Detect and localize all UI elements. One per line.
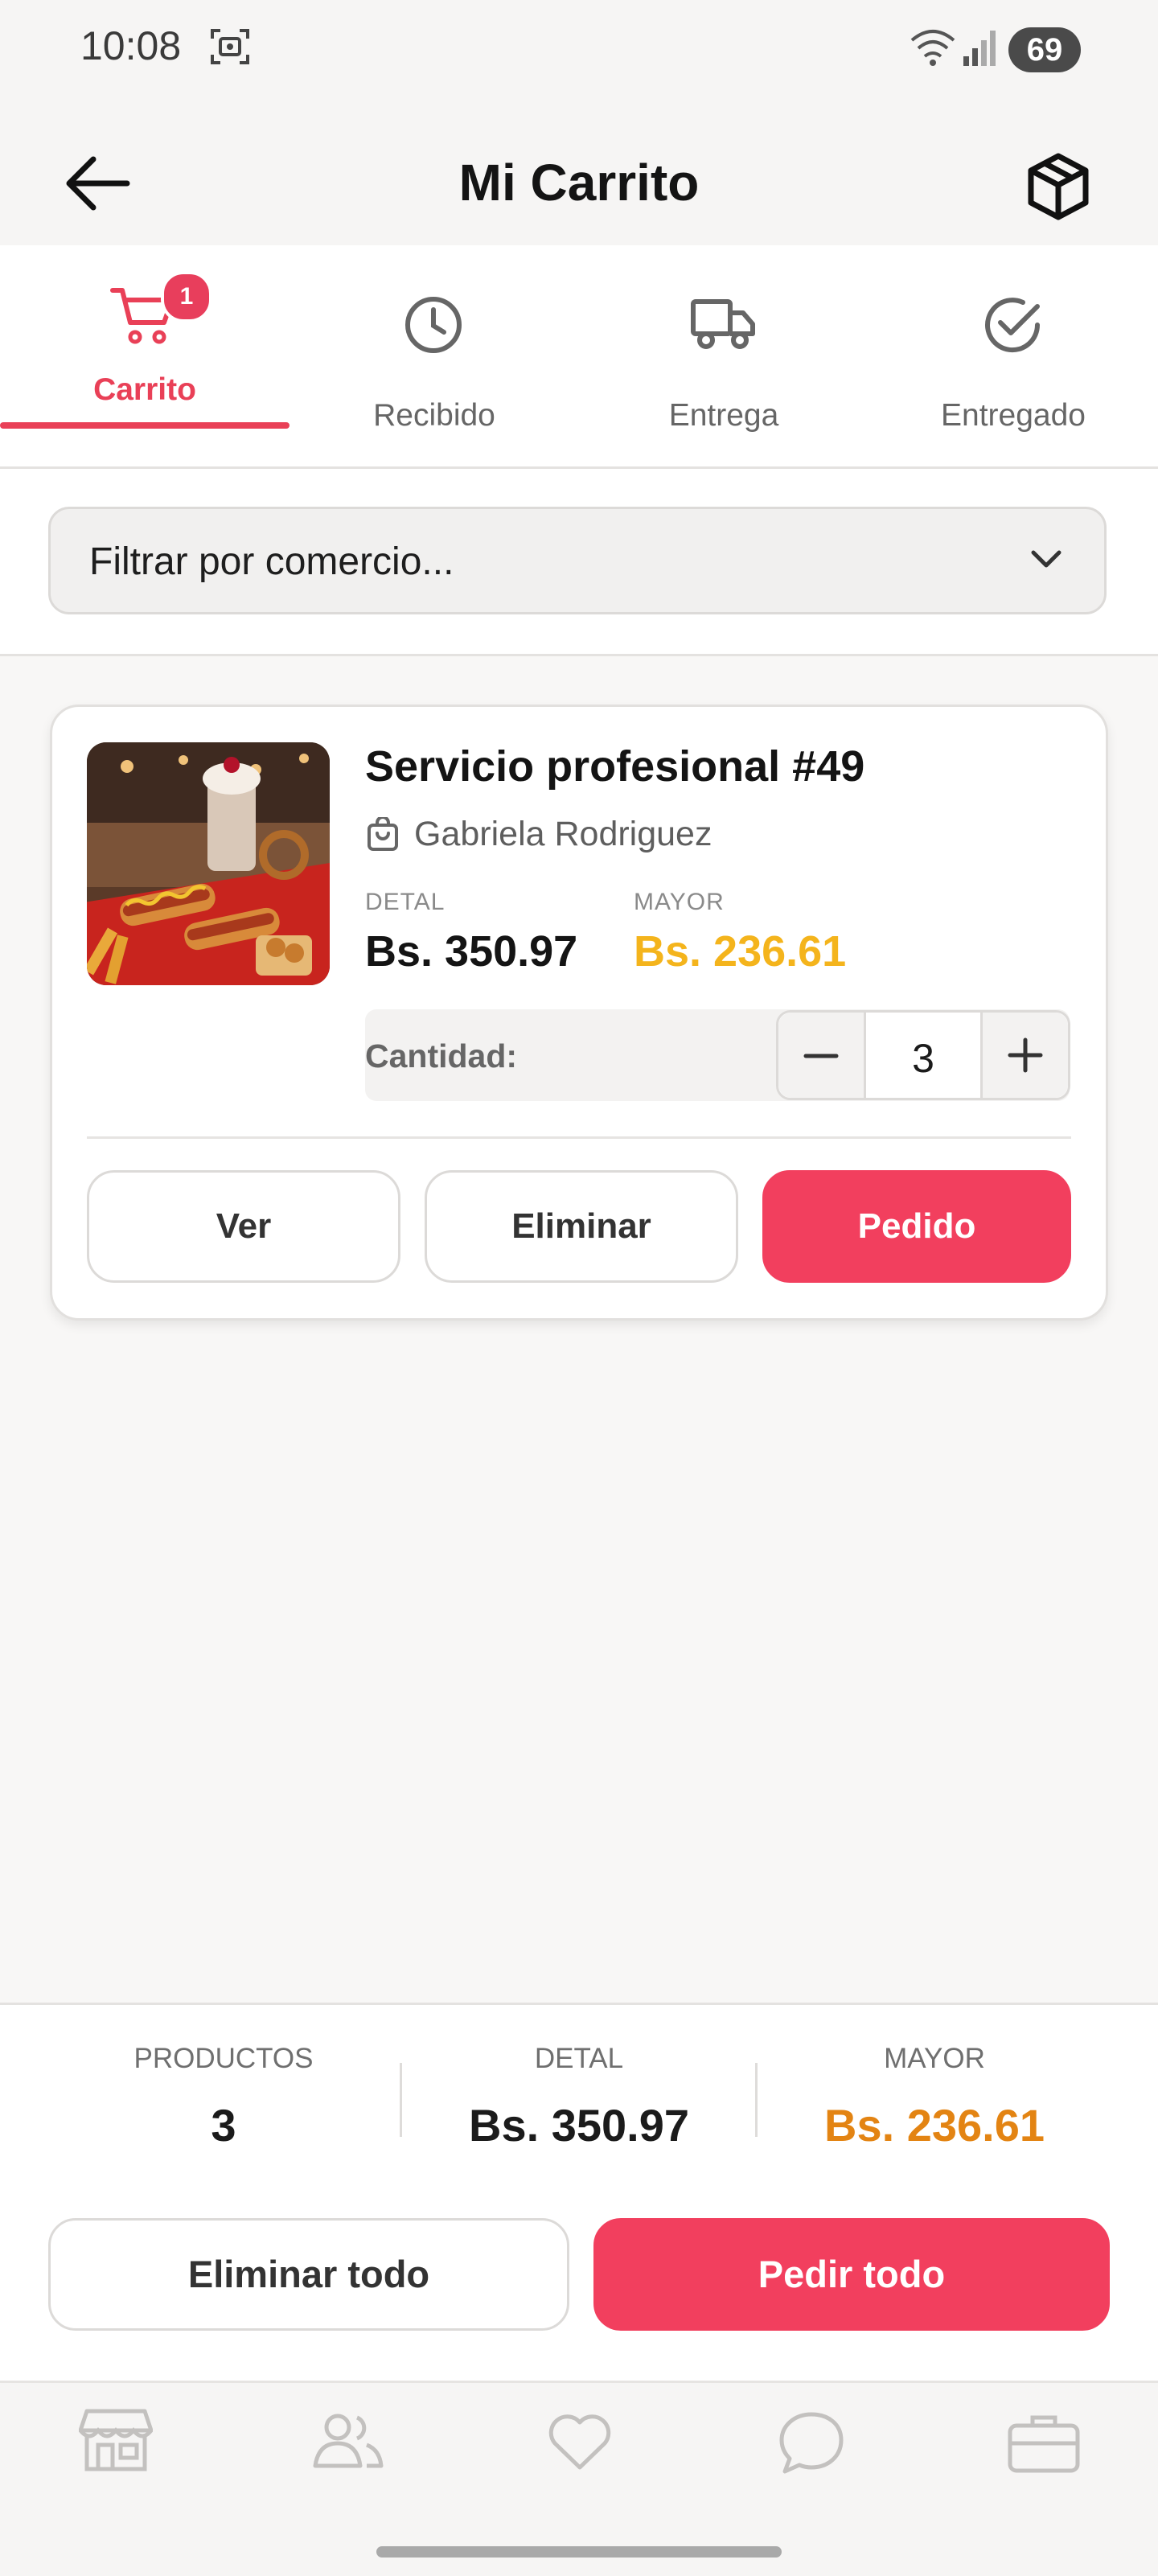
- active-tab-indicator: [0, 422, 290, 429]
- screenshot-icon: [207, 24, 253, 73]
- chevron-down-icon: [1031, 550, 1062, 568]
- tab-bar: 1 Carrito Recibido Entrega Entregado: [0, 245, 1158, 469]
- order-button[interactable]: Pedido: [762, 1170, 1071, 1283]
- heart-icon: [548, 2414, 611, 2470]
- nav-business[interactable]: [1007, 2411, 1081, 2478]
- orders-button[interactable]: [1023, 151, 1094, 226]
- wifi-icon: [909, 26, 957, 73]
- nav-messages[interactable]: [777, 2410, 846, 2479]
- tab-entregado[interactable]: Entregado: [868, 245, 1158, 466]
- battery-icon: 69: [1008, 27, 1081, 72]
- users-icon: [313, 2414, 384, 2468]
- summary-wholesale-label: MAYOR: [884, 2043, 985, 2074]
- summary-products-value: 3: [211, 2100, 236, 2151]
- tab-carrito[interactable]: 1 Carrito: [0, 245, 290, 466]
- store-icon: [78, 2409, 154, 2471]
- tab-entrega[interactable]: Entrega: [579, 245, 868, 466]
- quantity-value[interactable]: 3: [866, 1035, 980, 1082]
- chat-icon: [779, 2412, 844, 2474]
- summary-wholesale: MAYOR Bs. 236.61: [758, 2043, 1111, 2151]
- plus-icon: [1008, 1037, 1043, 1073]
- decrease-quantity-button[interactable]: [778, 1013, 866, 1098]
- store-bag-icon: [365, 816, 400, 857]
- page-title: Mi Carrito: [458, 154, 700, 212]
- nav-store[interactable]: [78, 2405, 154, 2478]
- tab-label: Recibido: [373, 398, 495, 433]
- remove-all-button[interactable]: Eliminar todo: [48, 2218, 569, 2331]
- summary-products: PRODUCTOS 3: [47, 2043, 400, 2151]
- cart-badge: 1: [161, 271, 212, 323]
- nav-favorites[interactable]: [547, 2413, 613, 2476]
- quantity-stepper: 3: [776, 1010, 1070, 1100]
- remove-button[interactable]: Eliminar: [425, 1170, 738, 1283]
- merchant-filter-select[interactable]: Filtrar por comercio...: [48, 507, 1107, 614]
- wholesale-label: MAYOR: [634, 889, 725, 915]
- card-divider: [87, 1136, 1071, 1139]
- minus-icon: [803, 1054, 839, 1058]
- tab-label: Entregado: [941, 398, 1086, 433]
- briefcase-icon: [1008, 2415, 1080, 2473]
- view-button[interactable]: Ver: [87, 1170, 400, 1283]
- filter-placeholder: Filtrar por comercio...: [89, 540, 454, 583]
- summary-retail: DETAL Bs. 350.97: [402, 2043, 756, 2151]
- retail-label: DETAL: [365, 889, 446, 915]
- summary-products-label: PRODUCTOS: [133, 2043, 314, 2074]
- seller-name: Gabriela Rodriguez: [414, 815, 712, 853]
- tab-label: Carrito: [93, 372, 196, 407]
- wholesale-price: Bs. 236.61: [634, 927, 847, 976]
- clock-icon: [405, 297, 462, 353]
- quantity-label: Cantidad:: [365, 1037, 518, 1074]
- tab-recibido[interactable]: Recibido: [290, 245, 579, 466]
- nav-users[interactable]: [310, 2411, 384, 2476]
- tab-label: Entrega: [668, 398, 779, 433]
- status-time: 10:08: [80, 23, 182, 68]
- order-all-button[interactable]: Pedir todo: [593, 2218, 1110, 2331]
- package-icon: [1028, 153, 1089, 220]
- truck-icon: [691, 299, 755, 349]
- retail-price: Bs. 350.97: [365, 927, 578, 976]
- product-title: Servicio profesional #49: [365, 742, 865, 791]
- product-image[interactable]: [87, 742, 330, 985]
- signal-icon: [962, 29, 997, 72]
- summary-wholesale-value: Bs. 236.61: [824, 2100, 1045, 2151]
- home-indicator[interactable]: [376, 2546, 782, 2558]
- summary-retail-label: DETAL: [534, 2043, 624, 2074]
- check-circle-icon: [985, 298, 1041, 353]
- summary-retail-value: Bs. 350.97: [469, 2100, 689, 2151]
- increase-quantity-button[interactable]: [980, 1013, 1068, 1098]
